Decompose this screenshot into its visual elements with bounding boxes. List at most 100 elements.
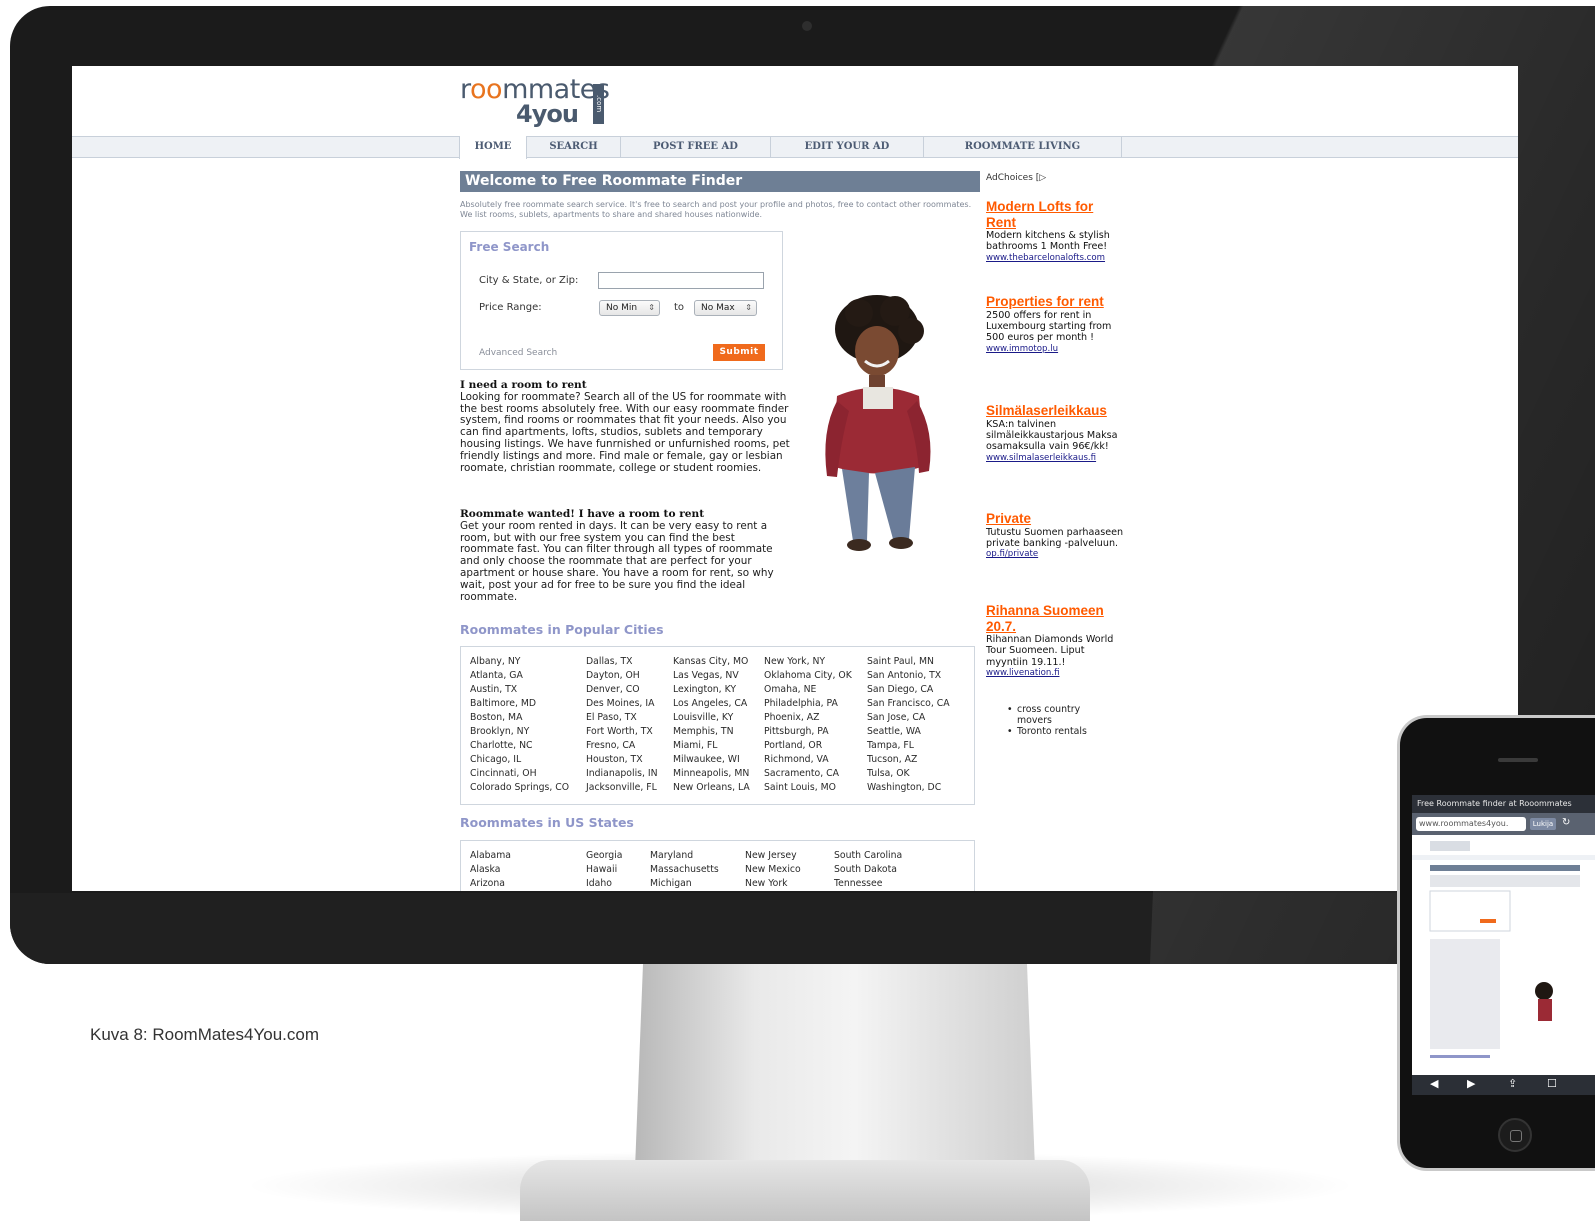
state-link[interactable]: Hawaii <box>586 863 622 877</box>
city-link[interactable]: Colorado Springs, CO <box>470 781 569 795</box>
city-link[interactable]: Atlanta, GA <box>470 669 569 683</box>
city-link[interactable]: San Francisco, CA <box>867 697 950 711</box>
tab-search[interactable]: SEARCH <box>527 136 621 158</box>
city-link[interactable]: Tucson, AZ <box>867 753 950 767</box>
city-link[interactable]: Washington, DC <box>867 781 950 795</box>
city-link[interactable]: Miami, FL <box>673 739 750 753</box>
ad-title-link[interactable]: Modern Lofts for Rent <box>986 199 1126 230</box>
city-link[interactable]: Chicago, IL <box>470 753 569 767</box>
city-link[interactable]: Oklahoma City, OK <box>764 669 852 683</box>
max-price-select[interactable]: No Max ⇕ <box>694 300 757 316</box>
min-price-select[interactable]: No Min ⇕ <box>599 300 660 316</box>
city-link[interactable]: San Diego, CA <box>867 683 950 697</box>
adchoices-link[interactable]: AdChoices [▷ <box>986 173 1046 183</box>
city-link[interactable]: Dallas, TX <box>586 655 658 669</box>
site-logo[interactable]: roommates 4you .com <box>460 70 620 130</box>
tab-edit-your-ad[interactable]: EDIT YOUR AD <box>771 136 924 158</box>
city-link[interactable]: Philadelphia, PA <box>764 697 852 711</box>
tab-home[interactable]: HOME <box>459 136 527 159</box>
city-input[interactable] <box>598 272 764 289</box>
bookmarks-icon[interactable]: ☐ <box>1547 1077 1557 1090</box>
city-link[interactable]: Indianapolis, IN <box>586 767 658 781</box>
city-link[interactable]: Fresno, CA <box>586 739 658 753</box>
city-link[interactable]: Omaha, NE <box>764 683 852 697</box>
city-link[interactable]: San Antonio, TX <box>867 669 950 683</box>
state-link[interactable]: Tennessee <box>834 877 902 891</box>
forward-icon[interactable]: ▶ <box>1467 1077 1475 1090</box>
city-link[interactable]: Dayton, OH <box>586 669 658 683</box>
city-link[interactable]: Phoenix, AZ <box>764 711 852 725</box>
page-title: Welcome to Free Roommate Finder <box>460 171 980 192</box>
tab-roommate-living[interactable]: ROOMMATE LIVING <box>924 136 1122 158</box>
city-link[interactable]: Kansas City, MO <box>673 655 750 669</box>
city-link[interactable]: Louisville, KY <box>673 711 750 725</box>
city-link[interactable]: Memphis, TN <box>673 725 750 739</box>
state-link[interactable]: New Jersey <box>745 849 801 863</box>
refresh-icon[interactable]: ↻ <box>1562 817 1570 828</box>
ad-url-link[interactable]: www.immotop.lu <box>986 344 1126 355</box>
city-link[interactable]: Minneapolis, MN <box>673 767 750 781</box>
state-link[interactable]: Alabama <box>470 849 511 863</box>
city-link[interactable]: Tulsa, OK <box>867 767 950 781</box>
city-link[interactable]: Houston, TX <box>586 753 658 767</box>
state-link[interactable]: New Mexico <box>745 863 801 877</box>
back-icon[interactable]: ◀ <box>1430 1077 1438 1090</box>
city-link[interactable]: Brooklyn, NY <box>470 725 569 739</box>
advanced-search-link[interactable]: Advanced Search <box>479 348 557 358</box>
ad-url-link[interactable]: www.silmalaserleikkaus.fi <box>986 453 1126 464</box>
state-link[interactable]: South Carolina <box>834 849 902 863</box>
ad-url-link[interactable]: www.livenation.fi <box>986 668 1126 679</box>
ad-title-link[interactable]: Rihanna Suomeen 20.7. <box>986 603 1126 634</box>
city-link[interactable]: Los Angeles, CA <box>673 697 750 711</box>
city-link[interactable]: New York, NY <box>764 655 852 669</box>
phone-reader-button[interactable]: Lukija <box>1530 818 1556 830</box>
city-link[interactable]: Albany, NY <box>470 655 569 669</box>
share-icon[interactable]: ⇪ <box>1508 1077 1517 1090</box>
smiling-woman-photo <box>825 295 931 551</box>
ad-url-link[interactable]: www.thebarcelonalofts.com <box>986 253 1126 264</box>
ad-title-link[interactable]: Silmälaserleikkaus <box>986 403 1126 419</box>
city-link[interactable]: Portland, OR <box>764 739 852 753</box>
state-link[interactable]: Idaho <box>586 877 622 891</box>
tab-post-free-ad[interactable]: POST FREE AD <box>621 136 771 158</box>
city-link[interactable]: Tampa, FL <box>867 739 950 753</box>
city-link[interactable]: Jacksonville, FL <box>586 781 658 795</box>
city-link[interactable]: Des Moines, IA <box>586 697 658 711</box>
state-link[interactable]: Georgia <box>586 849 622 863</box>
state-link[interactable]: Maryland <box>650 849 719 863</box>
ad-title-link[interactable]: Private <box>986 511 1126 527</box>
city-link[interactable]: Pittsburgh, PA <box>764 725 852 739</box>
related-link[interactable]: cross country movers <box>1007 704 1097 726</box>
city-link[interactable]: Denver, CO <box>586 683 658 697</box>
state-link[interactable]: New York <box>745 877 801 891</box>
phone-url-field[interactable]: www.roommates4you. <box>1416 817 1526 831</box>
city-link[interactable]: Saint Paul, MN <box>867 655 950 669</box>
state-link[interactable]: South Dakota <box>834 863 902 877</box>
city-link[interactable]: Seattle, WA <box>867 725 950 739</box>
city-link[interactable]: San Jose, CA <box>867 711 950 725</box>
city-link[interactable]: Lexington, KY <box>673 683 750 697</box>
city-link[interactable]: Fort Worth, TX <box>586 725 658 739</box>
city-link[interactable]: Austin, TX <box>470 683 569 697</box>
city-link[interactable]: Baltimore, MD <box>470 697 569 711</box>
city-link[interactable]: Milwaukee, WI <box>673 753 750 767</box>
city-link[interactable]: Sacramento, CA <box>764 767 852 781</box>
submit-button[interactable]: Submit <box>713 344 765 361</box>
state-link[interactable]: Michigan <box>650 877 719 891</box>
city-link[interactable]: Saint Louis, MO <box>764 781 852 795</box>
city-link[interactable]: Las Vegas, NV <box>673 669 750 683</box>
city-link[interactable]: Charlotte, NC <box>470 739 569 753</box>
city-link[interactable]: New Orleans, LA <box>673 781 750 795</box>
state-link[interactable]: Massachusetts <box>650 863 719 877</box>
state-link[interactable]: Alaska <box>470 863 511 877</box>
phone-screen: Free Roommate finder at Rooommates www.r… <box>1412 795 1595 1095</box>
city-link[interactable]: Cincinnati, OH <box>470 767 569 781</box>
state-link[interactable]: Arizona <box>470 877 511 891</box>
related-link[interactable]: Toronto rentals <box>1007 726 1097 737</box>
city-link[interactable]: Richmond, VA <box>764 753 852 767</box>
ad-url-link[interactable]: op.fi/private <box>986 549 1126 560</box>
home-button[interactable] <box>1498 1118 1532 1152</box>
city-link[interactable]: El Paso, TX <box>586 711 658 725</box>
city-link[interactable]: Boston, MA <box>470 711 569 725</box>
ad-title-link[interactable]: Properties for rent <box>986 294 1126 310</box>
